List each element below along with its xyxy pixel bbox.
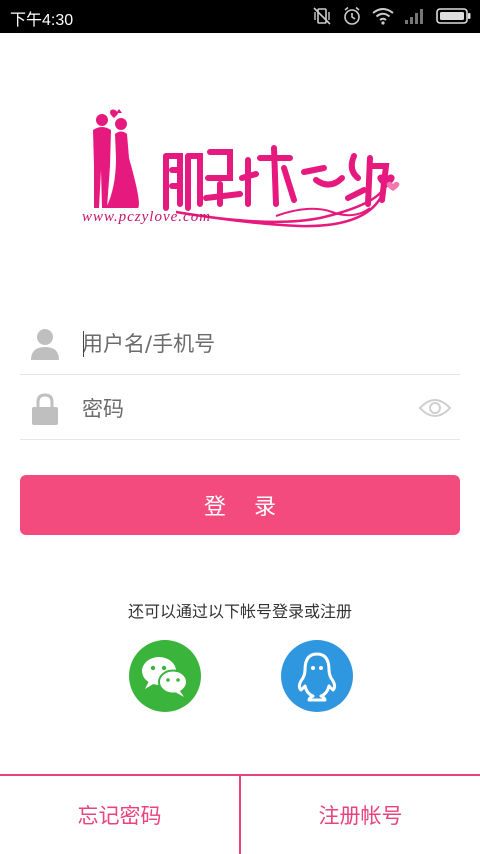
- login-button[interactable]: 登录: [20, 475, 460, 535]
- logo-url-text: www.pczylove.com: [82, 209, 212, 225]
- password-input[interactable]: [82, 388, 402, 430]
- vibrate-off-icon: [313, 7, 331, 25]
- password-row: [20, 378, 460, 440]
- lock-icon: [32, 393, 58, 425]
- qq-login-button[interactable]: [281, 640, 353, 712]
- signal-icon: [405, 9, 423, 24]
- third-party-prompt: 还可以通过以下帐号登录或注册: [127, 602, 352, 621]
- battery-icon: [436, 8, 471, 24]
- status-icons: [312, 5, 472, 27]
- eye-icon[interactable]: [418, 396, 452, 420]
- forgot-password-button[interactable]: 忘记密码: [0, 776, 239, 854]
- status-bar: 下午4:30: [0, 0, 480, 33]
- username-input[interactable]: [82, 323, 402, 365]
- bottom-bar: 忘记密码 注册帐号: [0, 774, 480, 854]
- status-time: 下午4:30: [10, 12, 74, 29]
- wechat-icon: [142, 657, 188, 697]
- user-icon: [31, 329, 59, 360]
- wechat-login-button[interactable]: [129, 640, 201, 712]
- alarm-icon: [344, 6, 360, 25]
- wifi-icon: [372, 8, 394, 25]
- text-caret: [83, 331, 84, 357]
- username-row: [20, 313, 460, 375]
- register-button[interactable]: 注册帐号: [241, 776, 480, 854]
- qq-penguin-icon: [297, 652, 337, 702]
